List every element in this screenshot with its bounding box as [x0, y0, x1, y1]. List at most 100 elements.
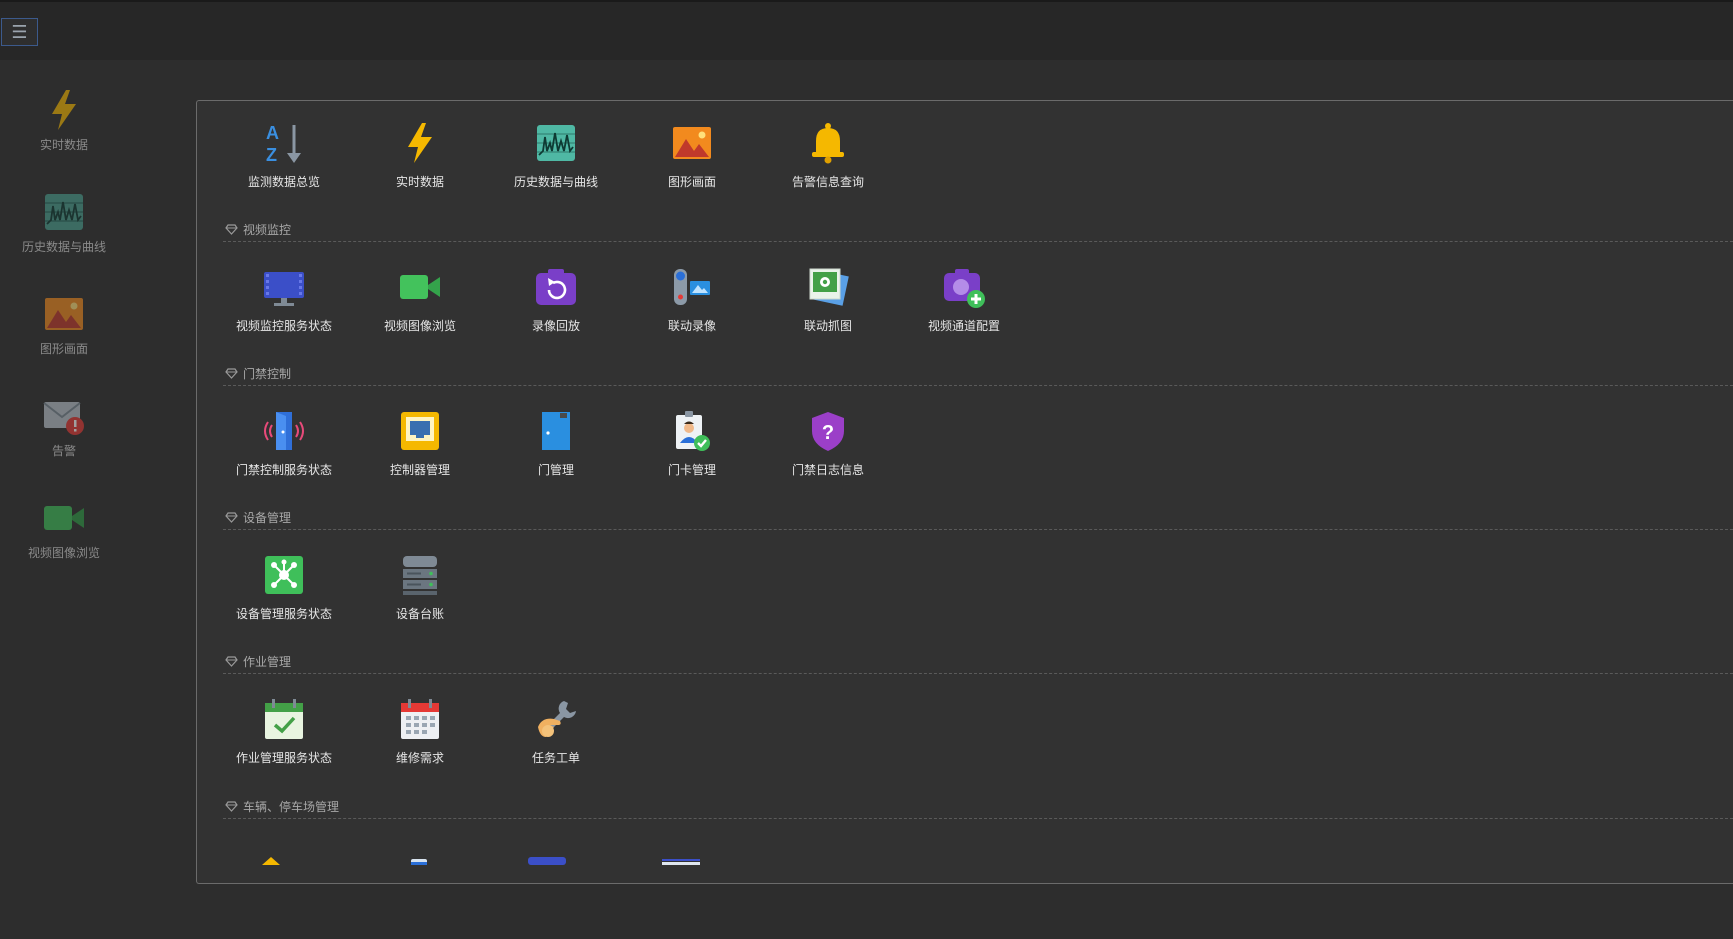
svg-text:?: ?	[822, 422, 834, 444]
function-panel: AZ 监测数据总览 实时数据 历史数据与曲线 图形画面 告警信息查询 视频监控	[196, 100, 1733, 884]
controller-icon	[398, 409, 442, 453]
az-sort-icon: AZ	[262, 121, 306, 165]
section-divider	[223, 241, 1733, 242]
calendar-icon	[398, 697, 442, 741]
sidebar-item-label: 实时数据	[39, 138, 88, 152]
tile-linked-snapshot[interactable]: 联动抓图	[763, 245, 893, 333]
tile-record-playback[interactable]: 录像回放	[491, 245, 621, 333]
tile-device-ledger[interactable]: 设备台账	[355, 533, 485, 621]
tile-video-channel-config[interactable]: 视频通道配置	[899, 245, 1029, 333]
diamond-icon	[225, 656, 238, 667]
door-signal-icon	[262, 409, 306, 453]
monitor-icon	[262, 265, 306, 309]
tile-task-work-order[interactable]: 任务工单	[491, 677, 621, 765]
warning-icon[interactable]	[261, 857, 281, 865]
top-bar: ☰	[0, 0, 1733, 60]
vehicle-icon[interactable]	[410, 859, 428, 865]
diamond-icon	[225, 512, 238, 523]
tile-alarm-query[interactable]: 告警信息查询	[763, 101, 893, 189]
sidebar-item-alarm[interactable]: 告警	[0, 376, 128, 466]
sidebar-item-video[interactable]: 视频图像浏览	[0, 478, 128, 568]
tile-label: 作业管理服务状态	[235, 751, 332, 765]
calendar-check-icon	[262, 697, 306, 741]
photos-icon	[806, 265, 850, 309]
tile-graphics[interactable]: 图形画面	[627, 101, 757, 189]
parking-icon[interactable]	[528, 857, 566, 865]
tile-video-service-status[interactable]: 视频监控服务状态	[219, 245, 349, 333]
sidebar-item-label: 告警	[51, 444, 76, 458]
video-camera-icon	[398, 265, 442, 309]
tile-label: 监测数据总览	[247, 175, 320, 189]
barrier-icon[interactable]	[662, 859, 700, 865]
tile-label: 历史数据与曲线	[513, 175, 598, 189]
tile-label: 视频图像浏览	[383, 319, 456, 333]
video-camera-icon	[42, 496, 86, 540]
tile-access-service-status[interactable]: 门禁控制服务状态	[219, 389, 349, 477]
replay-camera-icon	[534, 265, 578, 309]
tile-controller-management[interactable]: 控制器管理	[355, 389, 485, 477]
tile-label: 门卡管理	[667, 463, 716, 477]
section-title: 车辆、停车场管理	[243, 800, 340, 814]
tile-history-curves[interactable]: 历史数据与曲线	[491, 101, 621, 189]
tile-monitor-overview[interactable]: AZ 监测数据总览	[219, 101, 349, 189]
sidebar-item-label: 历史数据与曲线	[21, 240, 106, 254]
section-title: 作业管理	[243, 655, 292, 669]
sidebar-item-label: 视频图像浏览	[27, 546, 100, 560]
tile-label: 录像回放	[531, 319, 580, 333]
tile-repair-request[interactable]: 维修需求	[355, 677, 485, 765]
diamond-icon	[225, 368, 238, 379]
door-icon	[534, 409, 578, 453]
tile-label: 门禁日志信息	[791, 463, 864, 477]
lightning-icon	[42, 88, 86, 132]
camcorder-icon	[670, 265, 714, 309]
tile-label: 告警信息查询	[791, 175, 864, 189]
tile-linked-recording[interactable]: 联动录像	[627, 245, 757, 333]
tile-job-service-status[interactable]: 作业管理服务状态	[219, 677, 349, 765]
tile-access-log[interactable]: ? 门禁日志信息	[763, 389, 893, 477]
tile-label: 设备台账	[395, 607, 444, 621]
diamond-icon	[225, 224, 238, 235]
history-chart-icon	[42, 190, 86, 234]
section-title: 设备管理	[243, 511, 292, 525]
section-divider	[223, 818, 1733, 819]
tile-label: 门禁控制服务状态	[235, 463, 332, 477]
svg-text:A: A	[266, 123, 279, 143]
diamond-icon	[225, 801, 238, 812]
sidebar-item-label: 图形画面	[39, 342, 88, 356]
section-divider	[223, 385, 1733, 386]
tile-label: 联动录像	[667, 319, 716, 333]
tile-door-management[interactable]: 门管理	[491, 389, 621, 477]
bell-icon	[806, 121, 850, 165]
tile-label: 门管理	[537, 463, 574, 477]
menu-toggle-button[interactable]: ☰	[1, 18, 38, 46]
lightning-icon	[398, 121, 442, 165]
camera-add-icon	[942, 265, 986, 309]
tile-device-service-status[interactable]: 设备管理服务状态	[219, 533, 349, 621]
tile-video-browse[interactable]: 视频图像浏览	[355, 245, 485, 333]
id-card-icon	[670, 409, 714, 453]
alarm-mail-icon	[42, 394, 86, 438]
section-vehicle-parking: 车辆、停车场管理	[223, 798, 1733, 826]
tile-label: 任务工单	[531, 751, 580, 765]
history-chart-icon	[534, 121, 578, 165]
tile-label: 维修需求	[395, 751, 444, 765]
network-hub-icon	[262, 553, 306, 597]
tile-realtime-data[interactable]: 实时数据	[355, 101, 485, 189]
section-title: 视频监控	[243, 223, 292, 237]
sidebar: 实时数据 历史数据与曲线 图形画面 告警 视频图像浏览	[0, 60, 128, 939]
sidebar-item-history[interactable]: 历史数据与曲线	[0, 172, 128, 262]
tile-label: 控制器管理	[389, 463, 450, 477]
section-title: 门禁控制	[243, 367, 292, 381]
tile-door-card-management[interactable]: 门卡管理	[627, 389, 757, 477]
sidebar-item-realtime[interactable]: 实时数据	[0, 70, 128, 160]
picture-icon	[670, 121, 714, 165]
shield-question-icon: ?	[806, 409, 850, 453]
tile-label: 视频监控服务状态	[235, 319, 332, 333]
section-divider	[223, 529, 1733, 530]
sidebar-item-graphics[interactable]: 图形画面	[0, 274, 128, 364]
tile-label: 设备管理服务状态	[235, 607, 332, 621]
tile-label: 实时数据	[395, 175, 444, 189]
tile-label: 联动抓图	[803, 319, 852, 333]
server-icon	[398, 553, 442, 597]
wrench-hand-icon	[534, 697, 578, 741]
